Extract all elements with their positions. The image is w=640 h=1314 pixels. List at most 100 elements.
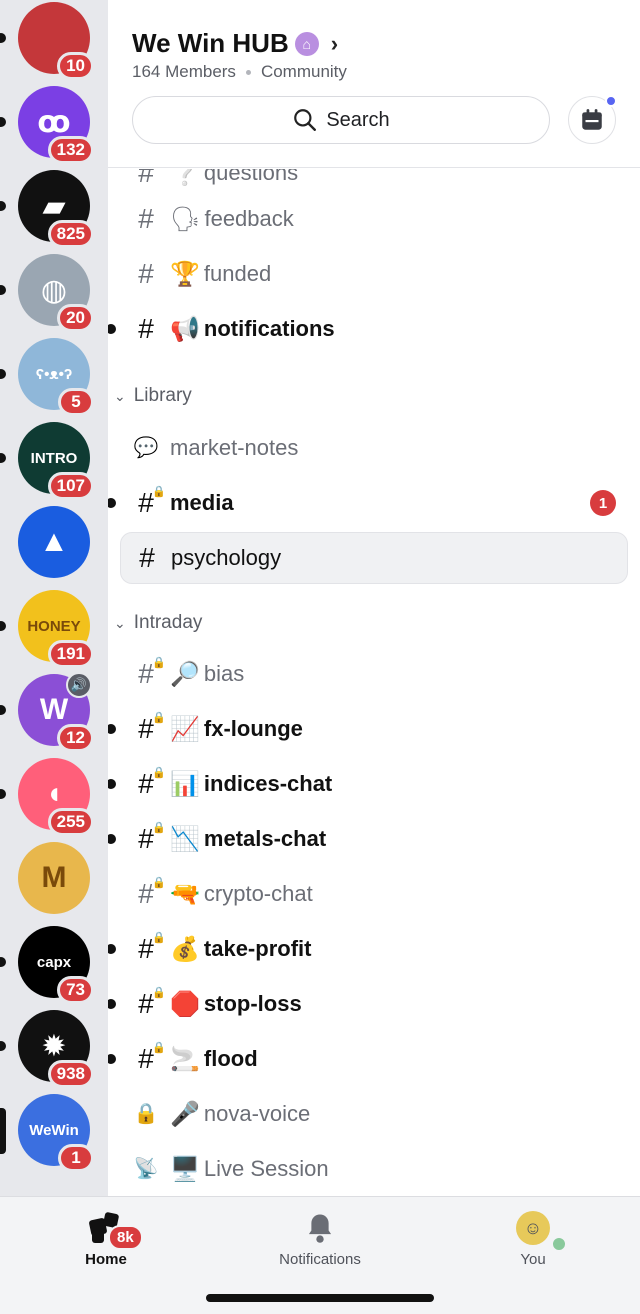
channel-stop-loss[interactable]: # 🔒 🛑 stop-loss xyxy=(108,978,640,1030)
server-honey[interactable]: HONEY 191 xyxy=(0,590,94,668)
channel-notifications[interactable]: # 📢 notifications xyxy=(108,303,640,355)
channel-label: media xyxy=(170,490,234,515)
channel-live-session[interactable]: 📡 🖥️ Live Session xyxy=(108,1143,640,1195)
channel-emoji: 🔫 xyxy=(170,880,200,908)
channel-label: nova-voice xyxy=(203,1101,311,1126)
channel-emoji: 📊 xyxy=(170,770,200,798)
server-circles[interactable]: ◍ 20 xyxy=(0,254,94,332)
channel-label: psychology xyxy=(171,545,282,570)
channel-media[interactable]: # 🔒 media 1 xyxy=(108,477,640,529)
channel-emoji: 🏆 xyxy=(170,260,200,288)
mention-badge: 20 xyxy=(57,304,94,332)
server-wewin[interactable]: WeWin 1 xyxy=(0,1094,94,1172)
unread-indicator xyxy=(0,1041,6,1051)
unread-indicator xyxy=(0,453,6,463)
unread-indicator xyxy=(108,834,116,844)
lock-icon: 🔒 xyxy=(152,657,166,669)
mention-badge: 938 xyxy=(47,1060,94,1088)
search-label: Search xyxy=(326,108,390,131)
channel-label: Live Session xyxy=(203,1156,329,1181)
mention-badge: 825 xyxy=(47,220,94,248)
server-red-symbol[interactable]: ✹ 938 xyxy=(0,1010,94,1088)
tab-notifications[interactable]: Notifications xyxy=(250,1211,390,1268)
channel-flood[interactable]: # 🔒 🚬 flood xyxy=(108,1033,640,1085)
mention-badge: 5 xyxy=(58,388,94,416)
server-m[interactable]: M xyxy=(18,842,90,914)
channel-funded[interactable]: # 🏆 funded xyxy=(108,248,640,300)
server-green-shapes[interactable]: ▰ 825 xyxy=(0,170,94,248)
separator-dot xyxy=(245,69,251,75)
channel-crypto-chat[interactable]: # 🔒 🔫 crypto-chat xyxy=(108,868,640,920)
private-hash-icon: # 🔒 xyxy=(138,712,166,744)
channel-emoji: ❔ xyxy=(170,169,200,187)
unread-indicator xyxy=(0,621,6,631)
channel-name: 🔫 crypto-chat xyxy=(170,880,313,909)
channel-label: feedback xyxy=(204,206,294,231)
unread-indicator xyxy=(0,705,6,715)
channel-metals-chat[interactable]: # 🔒 📉 metals-chat xyxy=(108,813,640,865)
unread-indicator xyxy=(108,944,116,954)
server-w[interactable]: W 🔊 12 xyxy=(0,672,94,752)
server-subline: 164 Members Community xyxy=(132,62,347,82)
category-library[interactable]: ⌄ Library xyxy=(114,380,192,412)
private-hash-icon: # 🔒 xyxy=(138,1042,166,1074)
lock-icon: 🔒 xyxy=(133,1103,159,1125)
server-intro[interactable]: INTRO 107 xyxy=(0,422,94,500)
tab-home[interactable]: 8k Home xyxy=(36,1211,176,1268)
unread-indicator xyxy=(108,724,116,734)
selected-indicator xyxy=(0,1108,6,1154)
chevron-down-icon: ⌄ xyxy=(114,614,126,631)
server-mountain[interactable]: ▲ xyxy=(18,506,90,578)
server-bear[interactable]: ʕ•ᴥ•ʔ 5 xyxy=(0,338,94,416)
boost-badge-icon: ⌂ xyxy=(294,31,319,56)
you-avatar-wrap: ☺ xyxy=(516,1211,568,1253)
search-icon xyxy=(294,109,317,131)
channel-bias[interactable]: # 🔒 🔎 bias xyxy=(108,648,640,700)
channel-name: media xyxy=(170,490,234,516)
mention-badge: 1 xyxy=(590,490,616,516)
channel-name: 🎤 nova-voice xyxy=(170,1100,310,1129)
channel-label: notifications xyxy=(203,316,335,341)
channel-name: 📊 indices-chat xyxy=(170,770,332,799)
channel-label: indices-chat xyxy=(203,771,333,796)
channel-label: take-profit xyxy=(203,936,312,961)
channel-name: 🗣 feedback xyxy=(170,205,294,234)
channel-label: crypto-chat xyxy=(203,881,313,906)
channel-psychology[interactable]: # psychology xyxy=(120,532,628,584)
server-polygon[interactable]: ꝏ 132 xyxy=(0,86,94,164)
home-icon: 8k xyxy=(86,1211,143,1250)
category-intraday[interactable]: ⌄ Intraday xyxy=(114,607,202,639)
mention-badge: 12 xyxy=(57,724,94,752)
server-title[interactable]: We Win HUB ⌂ › xyxy=(132,28,338,59)
server-pink[interactable]: ◖ 255 xyxy=(0,758,94,836)
channel-label: bias xyxy=(203,661,245,686)
channel-feedback[interactable]: # 🗣 feedback xyxy=(108,193,640,245)
server-icon: M xyxy=(18,842,90,914)
unread-indicator xyxy=(108,1054,116,1064)
server-capx[interactable]: capx 73 xyxy=(0,926,94,1004)
speaker-icon: 🔊 xyxy=(66,672,92,698)
unread-indicator xyxy=(108,779,116,789)
channel-label: stop-loss xyxy=(203,991,302,1016)
home-badge: 8k xyxy=(108,1225,143,1250)
channel-take-profit[interactable]: # 🔒 💰 take-profit xyxy=(108,923,640,975)
tab-home-label: Home xyxy=(85,1251,127,1268)
channel-indices-chat[interactable]: # 🔒 📊 indices-chat xyxy=(108,758,640,810)
tab-you[interactable]: ☺ You xyxy=(463,1211,603,1268)
channel-nova-voice[interactable]: 🔒 🎤 nova-voice xyxy=(108,1088,640,1140)
search-button[interactable]: Search xyxy=(132,96,550,144)
hash-icon: # xyxy=(138,258,154,289)
server-type: Community xyxy=(260,62,347,81)
stage-icon: 📡 xyxy=(133,1158,159,1180)
channel-fx-lounge[interactable]: # 🔒 📈 fx-lounge xyxy=(108,703,640,755)
unread-indicator xyxy=(0,369,6,379)
hash-icon: # xyxy=(138,313,154,344)
lock-icon: 🔒 xyxy=(152,712,166,724)
private-hash-icon: # 🔒 xyxy=(138,822,166,854)
server-red-avatar[interactable]: 10 xyxy=(0,2,94,80)
server-icon: ▲ xyxy=(18,506,90,578)
channel-name: ❔ questions xyxy=(170,169,298,188)
server-header: We Win HUB ⌂ › 164 Members Community Sea… xyxy=(108,0,640,168)
channel-market-notes[interactable]: 💬 market-notes xyxy=(108,422,640,474)
events-button[interactable] xyxy=(568,95,617,144)
